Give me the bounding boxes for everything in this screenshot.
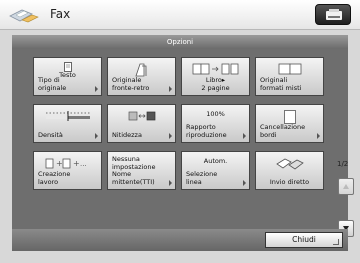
tile-label: Rapporto riproduzione [186,123,227,139]
app-title: Fax [50,7,71,21]
svg-text:...: ... [80,160,87,168]
chevron-right-icon [95,133,98,139]
tile-icon-text: 100% [206,110,225,118]
options-panel: Testo Tipo di originale Originale fronte… [12,49,348,229]
chevron-right-icon [169,133,172,139]
chevron-right-icon [243,180,246,186]
tile-icon-text: Autom. [203,157,228,165]
tile-rapporto-riproduzione[interactable]: 100% Rapporto riproduzione [181,104,250,143]
tile-icon-text: Nessuna impostazione [112,155,156,171]
tile-label: Densità [38,130,63,139]
sharpness-icon [128,111,155,121]
tile-label: Selezione linea [186,170,218,186]
copier-icon [326,9,342,20]
mixed-size-originals-icon [278,63,301,75]
scroll-up-button[interactable] [338,178,354,195]
tile-originale-fronte-retro[interactable]: Originale fronte-retro [107,57,176,96]
svg-text:+: + [56,159,63,168]
tile-nome-mittente[interactable]: Nessuna impostazione Nome mittente(TTI) [107,151,176,190]
device-status-button[interactable] [315,4,351,25]
chevron-right-icon [317,133,320,139]
chevron-right-icon [169,86,172,92]
tile-densita[interactable]: Densità [33,104,102,143]
arrow-up-icon [343,184,349,189]
tile-label: Invio diretto [269,177,310,186]
job-build-icon: + + ... [45,158,87,169]
tile-nitidezza[interactable]: Nitidezza [107,104,176,143]
tile-cancellazione-bordi[interactable]: Cancellazione bordi [255,104,324,143]
tile-originali-formati-misti[interactable]: Originali formati misti [255,57,324,96]
tile-creazione-lavoro[interactable]: + + ... Creazione lavoro [33,151,102,190]
tile-label: Originale fronte-retro [112,76,150,92]
enter-icon [333,239,339,245]
tile-libro-2-pagine[interactable]: Libro▸ 2 pagine [181,57,250,96]
tile-label: Cancellazione bordi [260,123,306,139]
chevron-right-icon [243,133,246,139]
tile-label: Libro▸ 2 pagine [201,76,230,92]
page-indicator: 1/2 [337,160,349,168]
direct-send-icon [275,158,304,170]
svg-text:+: + [73,159,80,168]
tile-label: Originali formati misti [260,76,302,92]
fax-icon [9,9,39,23]
dialog-title: Opzioni [12,35,348,49]
tile-label: Nitidezza [112,130,142,139]
book-to-two-pages-icon [192,63,238,75]
tile-selezione-linea[interactable]: Autom. Selezione linea [181,151,250,190]
tile-invio-diretto[interactable]: Invio diretto [255,151,324,190]
tile-label: Tipo di originale [38,76,67,92]
close-button-label: Chiudi [292,235,316,244]
chevron-right-icon [169,180,172,186]
dialog-footer: Chiudi [12,229,348,251]
chevron-right-icon [95,86,98,92]
tile-tipo-originale[interactable]: Testo Tipo di originale [33,57,102,96]
close-button[interactable]: Chiudi [265,232,343,248]
density-slider-icon [45,111,90,121]
app-header: Fax [0,0,360,30]
tile-label: Nome mittente(TTI) [112,170,155,186]
tile-label: Creazione lavoro [38,170,71,186]
